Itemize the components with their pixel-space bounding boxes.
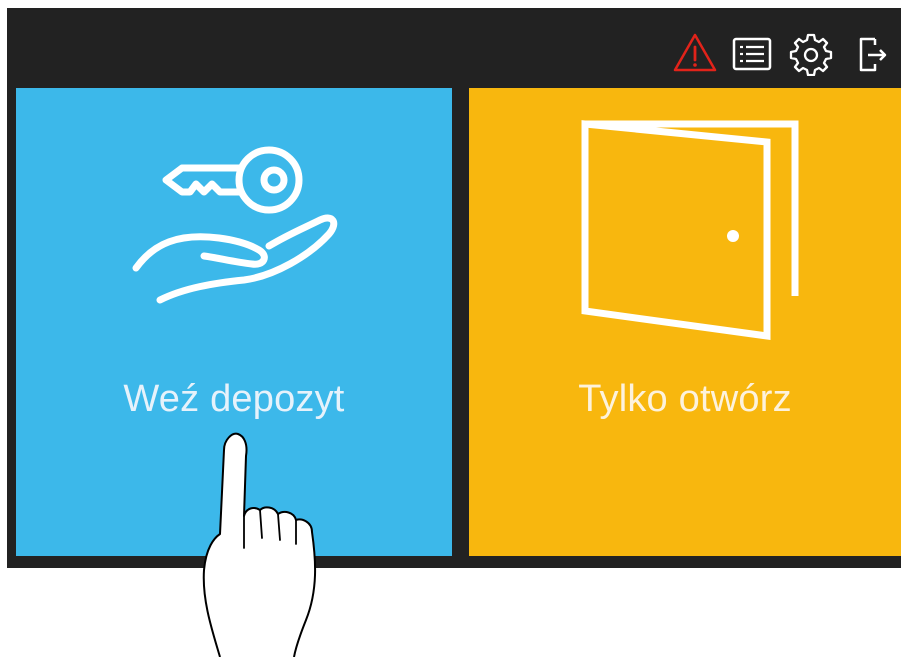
gear-icon[interactable] [788, 30, 834, 76]
only-open-label: Tylko otwórz [578, 378, 792, 420]
only-open-tile[interactable]: Tylko otwórz [469, 88, 901, 556]
logout-icon[interactable] [847, 30, 893, 76]
kiosk-screen: Weź depozyt Tylko otwórz [7, 8, 901, 568]
pointing-hand-icon [190, 420, 330, 657]
take-deposit-label: Weź depozyt [123, 378, 345, 420]
key-in-hand-icon [124, 138, 354, 313]
top-bar [7, 8, 901, 88]
list-icon[interactable] [729, 30, 775, 76]
warning-icon[interactable] [672, 30, 718, 76]
door-icon [577, 116, 802, 344]
